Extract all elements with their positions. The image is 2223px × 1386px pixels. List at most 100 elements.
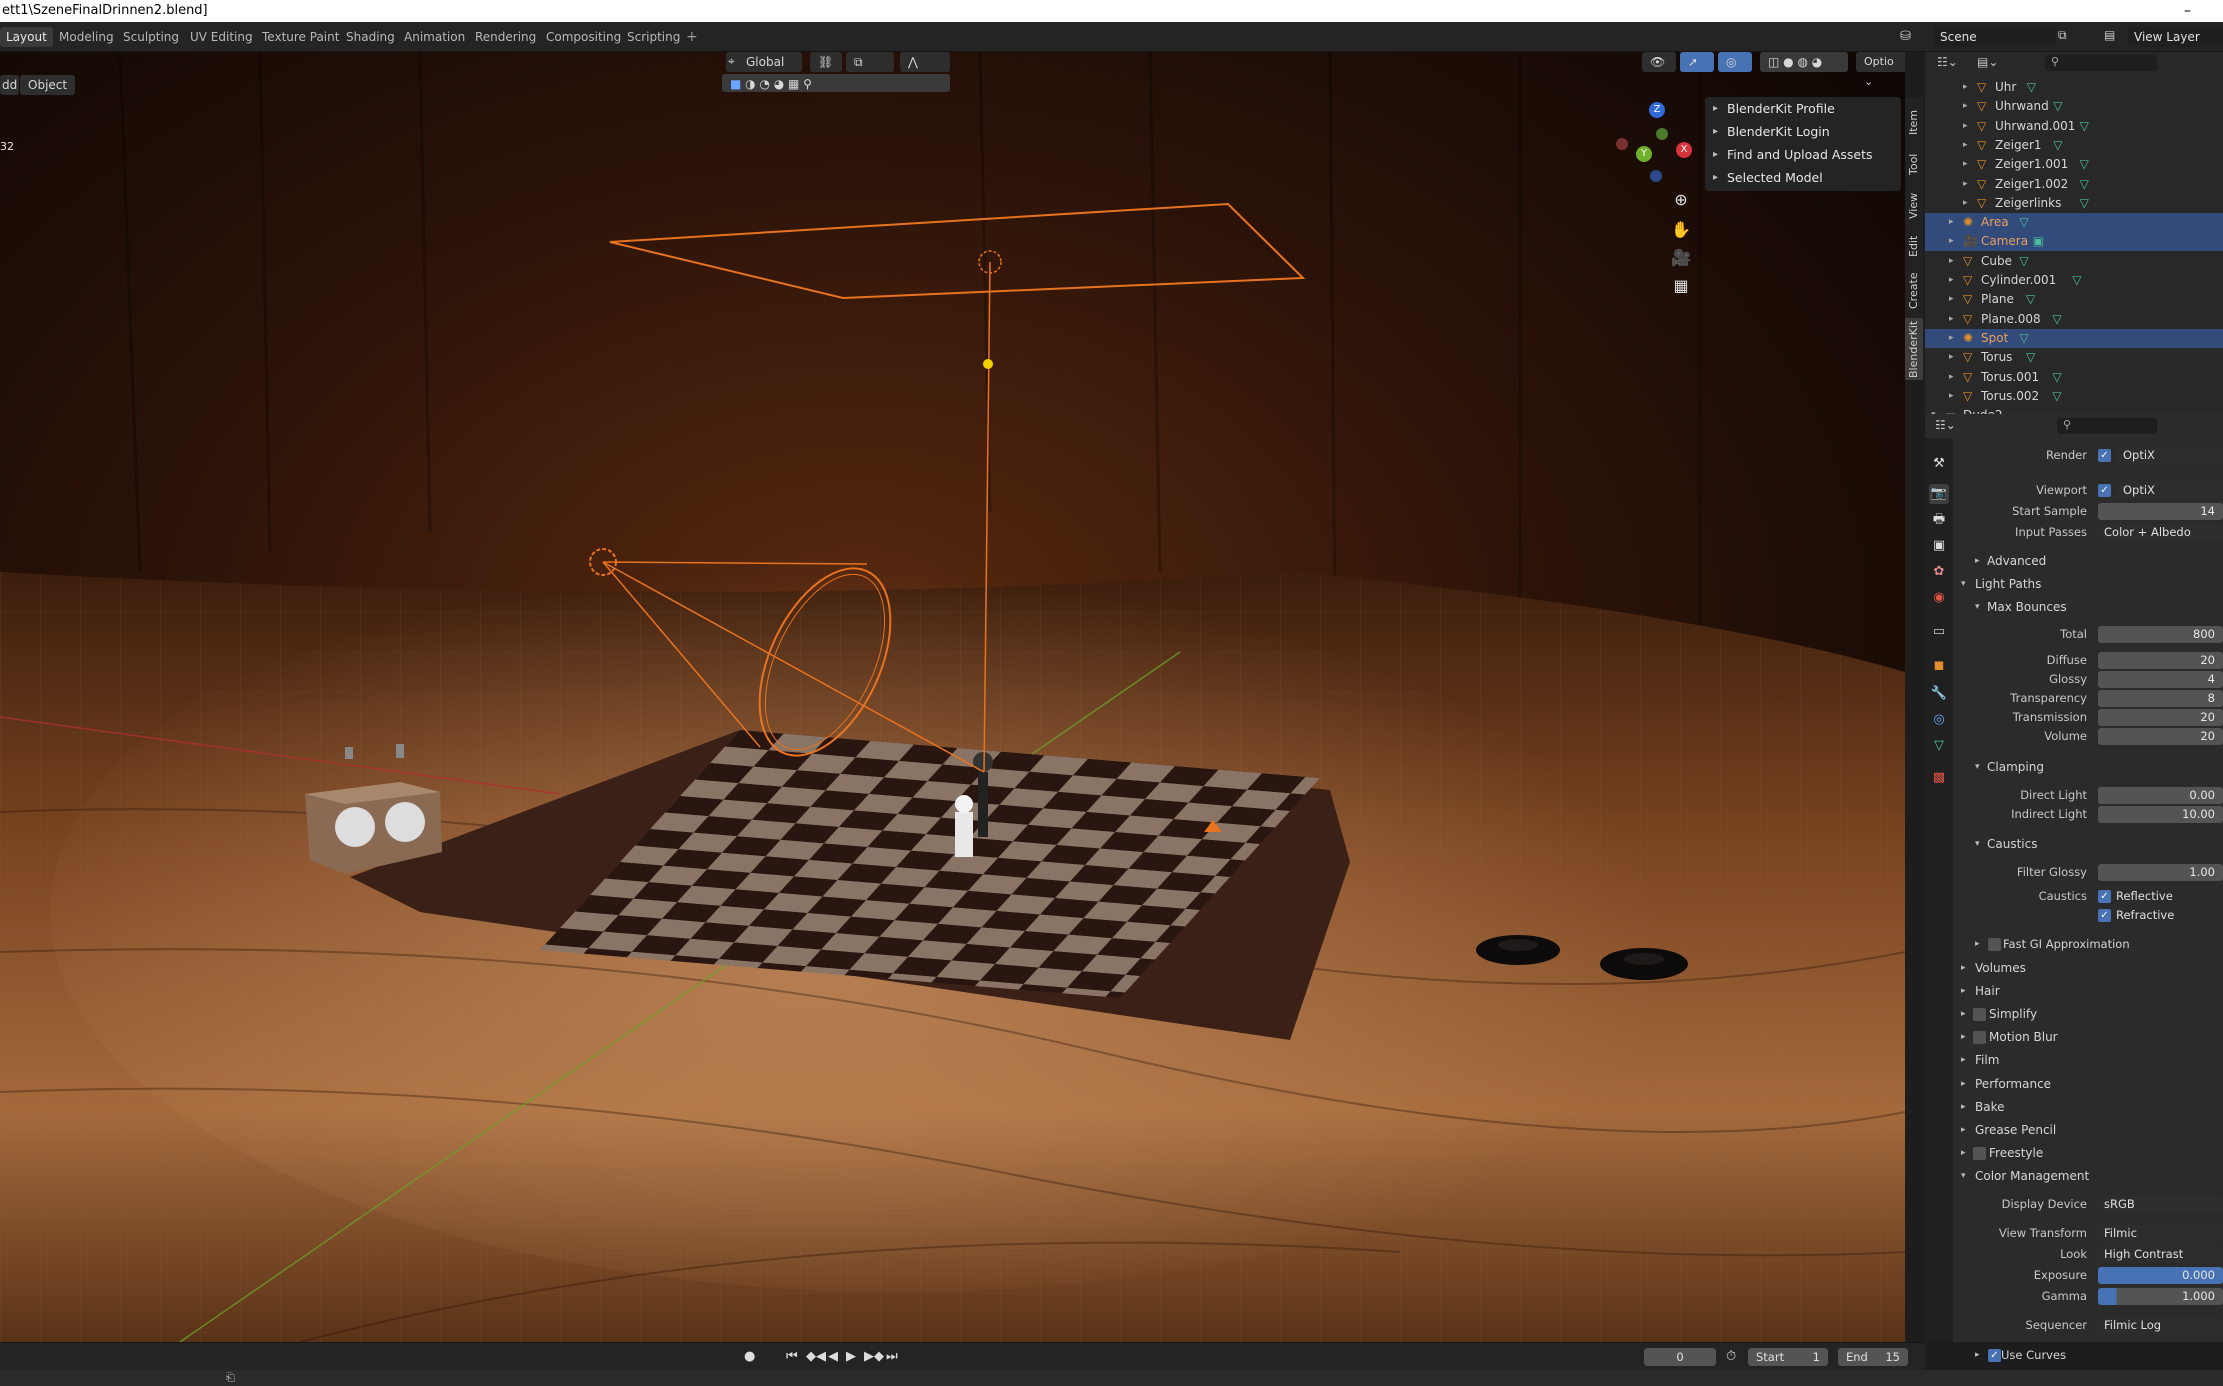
object-data-icon[interactable]: ▽ <box>2072 271 2081 290</box>
collection-icon[interactable]: ▭ <box>1929 622 1949 642</box>
next-keyframe-icon[interactable]: ▶◆ <box>864 1347 884 1367</box>
expand-arrow-icon[interactable]: ▸ <box>1949 368 1954 387</box>
expand-arrow-icon[interactable]: ▸ <box>1949 232 1954 251</box>
panel-enable-checkbox[interactable] <box>1973 1146 1986 1160</box>
pan-hand-icon[interactable]: ✋ <box>1667 216 1695 244</box>
tool-icon[interactable]: ⚒ <box>1929 454 1949 474</box>
expand-arrow-icon[interactable]: ▸ <box>1949 348 1954 367</box>
object-data-icon[interactable]: ▽ <box>2019 329 2028 348</box>
zoom-icon[interactable]: ⊕ <box>1667 186 1695 214</box>
advanced-panel-header[interactable]: ▸ Advanced <box>1953 551 2223 572</box>
pause-render-icon[interactable]: ❚❚ <box>1894 52 1905 72</box>
gizmo-toggle-icon[interactable]: ➚ <box>1680 52 1714 72</box>
outliner-item[interactable]: ▸ ▽ Zeiger1 ▽ <box>1925 136 2223 155</box>
caustics-subpanel-header[interactable]: ▾ Caustics <box>1953 834 2223 855</box>
exposure-slider[interactable]: 0.000 <box>2098 1267 2223 1284</box>
sequencer-dropdown[interactable]: Filmic Log <box>2098 1317 2223 1334</box>
expand-arrow-icon[interactable]: ▸ <box>1949 213 1954 232</box>
scene-props-icon[interactable]: ✿ <box>1929 562 1949 582</box>
overlays-icon[interactable]: ◎ <box>1718 52 1752 72</box>
ortho-grid-icon[interactable]: ▦ <box>1667 272 1695 300</box>
object-data-icon[interactable]: ▽ <box>2052 387 2061 406</box>
tab-shading[interactable]: Shading <box>340 27 401 47</box>
panel-header-simplify[interactable]: ▸ Simplify <box>1953 1004 2223 1025</box>
outliner-item[interactable]: ▸ ▽ Uhrwand.001 ▽ <box>1925 117 2223 136</box>
properties-search-icon[interactable]: ⚲ <box>2057 418 2157 434</box>
bounce-field[interactable]: 800 <box>2098 626 2223 643</box>
expand-arrow-icon[interactable]: ▸ <box>1949 290 1954 309</box>
view-layer-icon[interactable]: ▣ <box>1929 536 1949 556</box>
blenderkit-login-item[interactable]: BlenderKit Login <box>1705 120 1901 143</box>
properties-editor-type-icon[interactable]: ☷⌄ <box>1935 418 1956 432</box>
blenderkit-profile-item[interactable]: BlenderKit Profile <box>1705 97 1901 120</box>
tab-blenderkit[interactable]: BlenderKit <box>1905 318 1923 380</box>
bounce-field[interactable]: 20 <box>2098 652 2223 669</box>
expand-arrow-icon[interactable]: ▸ <box>1963 78 1968 97</box>
panel-enable-checkbox[interactable] <box>1973 1031 1986 1045</box>
3d-viewport[interactable]: dd Object 32 Global ⌖ ⛓ ⧉ ⋀ Options ⌄ ■ … <box>0 52 1905 1342</box>
outliner-item[interactable]: ▸ ▽ Torus.001 ▽ <box>1925 368 2223 387</box>
render-icon[interactable]: 📷 <box>1929 484 1949 504</box>
tab-texture-paint[interactable]: Texture Paint <box>256 27 345 47</box>
direct-light-field[interactable]: 0.00 <box>2098 787 2223 804</box>
object-data-icon[interactable]: ▽ <box>1929 736 1949 756</box>
selection-mode-toolbar[interactable]: ■ ◑ ◔ ◕ ▦ ⚲ <box>722 74 950 92</box>
visibility-icon[interactable]: 👁 <box>1642 52 1676 72</box>
expand-arrow-icon[interactable]: ▸ <box>1949 252 1954 271</box>
scene-selector[interactable]: Scene <box>1934 27 2056 47</box>
reflective-checkbox[interactable]: ✓ <box>2098 890 2111 903</box>
select-box-icon[interactable]: ■ <box>730 77 741 91</box>
object-icon[interactable]: ◼ <box>1929 656 1949 676</box>
fast-gi-panel-header[interactable]: ▸ Fast GI Approximation <box>1953 934 2223 955</box>
tab-rendering[interactable]: Rendering <box>469 27 542 47</box>
gamma-slider[interactable]: 1.000 <box>2098 1288 2223 1305</box>
display-device-dropdown[interactable]: sRGB <box>2098 1196 2223 1213</box>
outliner-item[interactable]: ▸ ▽ Cylinder.001 ▽ <box>1925 271 2223 290</box>
use-curves-checkbox[interactable]: ✓ <box>1988 1349 2001 1362</box>
light-paths-panel-header[interactable]: ▾ Light Paths <box>1953 574 2223 595</box>
current-frame-field[interactable]: 0 <box>1644 1348 1716 1366</box>
panel-header-grease-pencil[interactable]: ▸ Grease Pencil <box>1953 1120 2223 1141</box>
panel-header-performance[interactable]: ▸ Performance <box>1953 1074 2223 1095</box>
proportional-edit-button[interactable]: ⋀ <box>900 52 950 72</box>
new-scene-icon[interactable]: ⧉ <box>2058 28 2067 43</box>
expand-arrow-icon[interactable]: ▸ <box>1963 155 1968 174</box>
expand-arrow-icon[interactable]: ▸ <box>1949 271 1954 290</box>
tab-tool[interactable]: Tool <box>1905 144 1923 184</box>
pivot-point-button[interactable]: ⛓ <box>810 52 842 72</box>
gizmo-x-axis[interactable]: X <box>1676 142 1692 158</box>
world-icon[interactable]: ◉ <box>1929 588 1949 608</box>
tab-uv-editing[interactable]: UV Editing <box>184 27 259 47</box>
object-data-icon[interactable]: ▽ <box>2052 310 2061 329</box>
expand-arrow-icon[interactable]: ▸ <box>1963 136 1968 155</box>
look-dropdown[interactable]: High Contrast <box>2098 1246 2223 1263</box>
gizmo-neg-z[interactable] <box>1650 170 1662 182</box>
minimize-button[interactable]: – <box>2184 0 2191 22</box>
denoise-render-checkbox[interactable]: ✓ <box>2098 449 2111 462</box>
filter-glossy-field[interactable]: 1.00 <box>2098 864 2223 881</box>
gizmo-y-axis[interactable]: Y <box>1636 146 1652 162</box>
object-data-icon[interactable]: ▽ <box>2019 213 2028 232</box>
expand-arrow-icon[interactable]: ▸ <box>1963 117 1968 136</box>
frame-start-field[interactable]: Start 1 <box>1748 1348 1828 1366</box>
clock-icon[interactable]: ⏱ <box>1726 1347 1736 1367</box>
denoise-render-dropdown[interactable]: OptiX <box>2117 447 2223 464</box>
add-workspace-button[interactable]: + <box>686 27 698 47</box>
tab-sculpting[interactable]: Sculpting <box>117 27 185 47</box>
outliner-item[interactable]: ▸ ▽ Zeigerlinks ▽ <box>1925 194 2223 213</box>
jump-start-icon[interactable]: ⏮ <box>786 1347 798 1367</box>
outliner-item[interactable]: ▸ ▽ Zeiger1.002 ▽ <box>1925 175 2223 194</box>
outliner-item[interactable]: ▸ ▽ Torus ▽ <box>1925 348 2223 367</box>
snapping-button[interactable]: ⧉ <box>846 52 894 72</box>
shading-mode-buttons[interactable]: ◫ ● ◍ ◕ <box>1760 52 1848 72</box>
input-passes-dropdown[interactable]: Color + Albedo <box>2098 524 2223 541</box>
bounce-field[interactable]: 4 <box>2098 671 2223 688</box>
outliner-item[interactable]: ▸ ✺ Area ▽ <box>1925 213 2223 233</box>
tab-modeling[interactable]: Modeling <box>53 27 120 47</box>
tab-item[interactable]: Item <box>1905 102 1923 142</box>
display-mode-icon[interactable]: ▤⌄ <box>1977 55 1998 69</box>
expand-arrow-icon[interactable]: ▸ <box>1963 175 1968 194</box>
jump-end-icon[interactable]: ⏭ <box>886 1347 898 1367</box>
object-data-icon[interactable]: ▽ <box>2080 155 2089 174</box>
tab-create[interactable]: Create <box>1905 266 1923 316</box>
